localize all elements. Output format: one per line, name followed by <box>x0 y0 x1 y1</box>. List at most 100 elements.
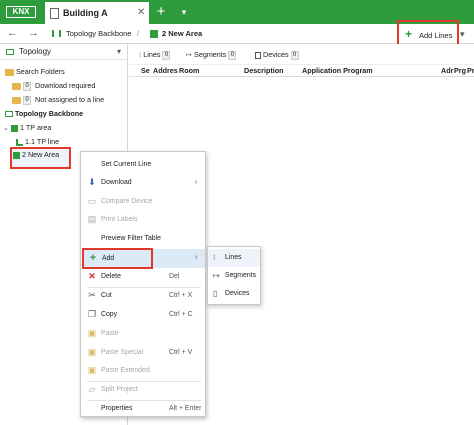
submenu-item-segments[interactable]: ↦ Segments <box>208 267 260 285</box>
shortcut-label: Ctrl + V <box>169 349 193 356</box>
menu-item-delete[interactable]: ✕ Delete Del <box>81 267 205 286</box>
panel-title: Topology <box>19 47 52 56</box>
column-header[interactable]: Pr <box>467 64 474 77</box>
folder-icon <box>12 96 21 104</box>
tab-lines[interactable]: ⁝ Lines 0 <box>139 48 172 62</box>
menu-label: Set Current Line <box>101 161 152 168</box>
topology-icon <box>6 49 14 55</box>
menu-label: Copy <box>101 311 118 318</box>
menu-item-paste-extended[interactable]: ▣ Paste Extended <box>81 361 205 380</box>
segments-icon: ↦ <box>213 271 220 280</box>
menu-item-set-current-line[interactable]: Set Current Line <box>81 155 205 174</box>
menu-label: Segments <box>225 272 257 279</box>
breadcrumb-current[interactable]: 2 New Area <box>162 29 202 38</box>
chevron-right-icon: › <box>195 179 198 186</box>
tree-label: 1.1 TP line <box>25 137 60 146</box>
topology-icon <box>52 30 61 37</box>
tree-item-search-folders[interactable]: Search Folders <box>5 65 65 78</box>
column-header[interactable]: Description <box>244 64 284 77</box>
tab-label: Devices <box>263 50 289 59</box>
column-header[interactable]: Prg <box>454 64 466 77</box>
tab-devices[interactable]: Devices 0 <box>255 48 301 62</box>
column-header[interactable]: Addres <box>153 64 178 77</box>
chevron-down-icon[interactable]: ▾ <box>117 47 121 56</box>
menu-label: Lines <box>225 254 242 261</box>
new-tab-button[interactable]: + <box>150 2 172 22</box>
tree-item-2-new-area[interactable]: 2 New Area <box>10 147 71 169</box>
submenu-item-devices[interactable]: ▯ Devices <box>208 285 260 303</box>
breadcrumb-separator: / <box>137 29 140 38</box>
folder-icon <box>12 82 21 90</box>
segments-icon: ↦ <box>186 50 193 59</box>
topology-panel-header: Topology ▾ <box>0 44 128 60</box>
menu-item-copy[interactable]: ❐ Copy Ctrl + C <box>81 305 205 324</box>
menu-item-compare-device[interactable]: ▭ Compare Device <box>81 192 205 211</box>
column-header[interactable]: Adr <box>441 64 454 77</box>
menu-label: Split Project <box>101 386 138 393</box>
count-badge: 0 <box>290 50 299 60</box>
tree-label: Not assigned to a line <box>35 95 105 104</box>
menu-item-add-arrow: › <box>81 248 205 267</box>
shortcut-label: Ctrl + X <box>169 292 193 299</box>
forward-arrow-icon[interactable]: → <box>28 27 39 39</box>
tab-building-a[interactable]: Building A ✕ <box>45 0 149 24</box>
chevron-down-icon[interactable]: ⌄ <box>3 123 9 132</box>
menu-label: Cut <box>101 292 112 299</box>
menu-item-paste[interactable]: ▣ Paste <box>81 324 205 343</box>
chevron-down-icon[interactable]: ▾ <box>174 2 194 22</box>
column-header[interactable]: Se <box>141 64 150 77</box>
menu-label: Preview Filter Table <box>101 235 161 242</box>
add-submenu: ⁝ Lines ↦ Segments ▯ Devices <box>207 246 261 305</box>
tab-segments[interactable]: ↦ Segments 0 <box>186 48 238 62</box>
folder-icon <box>5 68 14 76</box>
tree-item-not-assigned[interactable]: 0 Not assigned to a line <box>12 93 104 106</box>
paste-special-icon: ▣ <box>87 347 97 357</box>
menu-label: Download <box>101 179 132 186</box>
menu-label: Paste Extended <box>101 367 150 374</box>
submenu-item-lines[interactable]: ⁝ Lines <box>208 249 260 267</box>
cut-icon: ✂ <box>88 290 96 300</box>
menu-item-properties[interactable]: Properties Alt + Enter <box>81 399 205 418</box>
back-arrow-icon[interactable]: ← <box>7 27 18 39</box>
tree-item-download-required[interactable]: 0 Download required <box>12 79 95 92</box>
menu-label: Print Labels <box>101 216 138 223</box>
tree-label: 1 TP area <box>20 123 52 132</box>
breadcrumb-root[interactable]: Topology Backbone <box>66 29 131 38</box>
tree-label: Search Folders <box>16 67 65 76</box>
area-icon <box>13 151 20 159</box>
tree-label: Download required <box>35 81 96 90</box>
count-badge: 0 <box>162 50 171 60</box>
topology-icon <box>5 111 13 118</box>
menu-label: Paste Special <box>101 349 144 356</box>
menu-item-download[interactable]: ⬇ Download › <box>81 173 205 192</box>
column-header[interactable]: Room <box>179 64 200 77</box>
devices-icon <box>255 51 261 59</box>
tree-label: Topology Backbone <box>15 109 84 118</box>
menu-item-preview-filter-table[interactable]: Preview Filter Table <box>81 229 205 248</box>
chevron-down-icon[interactable]: ▾ <box>460 29 465 40</box>
add-lines-label: Add Lines <box>419 31 453 40</box>
tree-item-1-tp-area[interactable]: ⌄ 1 TP area <box>3 121 51 134</box>
shortcut-label: Ctrl + C <box>169 311 193 318</box>
menu-item-paste-special[interactable]: ▣ Paste Special Ctrl + V <box>81 343 205 362</box>
close-icon[interactable]: ✕ <box>137 7 145 18</box>
print-icon: ▤ <box>87 214 97 224</box>
plus-icon: + <box>405 27 413 41</box>
column-header[interactable]: Application Program <box>302 64 373 77</box>
menu-label: Delete <box>101 273 121 280</box>
menu-item-split-project[interactable]: ▱ Split Project <box>81 380 205 399</box>
menu-label: Properties <box>101 405 133 412</box>
download-icon: ⬇ <box>88 177 96 187</box>
menu-item-cut[interactable]: ✂ Cut Ctrl + X <box>81 286 205 305</box>
area-icon <box>150 30 158 38</box>
menu-label: Devices <box>225 290 250 297</box>
menu-label: Compare Device <box>101 198 153 205</box>
menu-label: Paste <box>101 330 119 337</box>
lines-icon: ⁝ <box>213 253 216 262</box>
compare-icon: ▭ <box>87 196 97 206</box>
context-menu: Set Current Line ⬇ Download › ▭ Compare … <box>80 151 206 417</box>
tree-item-topology-backbone[interactable]: Topology Backbone <box>5 107 83 120</box>
menu-item-print-labels[interactable]: ▤ Print Labels <box>81 210 205 229</box>
document-icon <box>50 8 59 19</box>
paste-extended-icon: ▣ <box>87 365 97 375</box>
